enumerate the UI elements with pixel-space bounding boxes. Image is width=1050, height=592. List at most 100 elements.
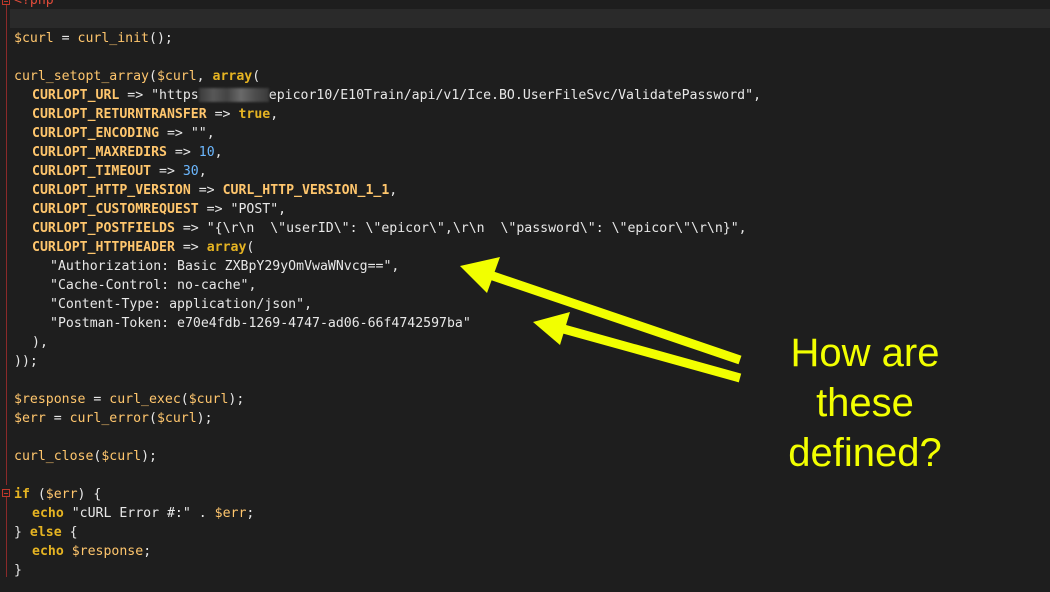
arrow-operator: =>: [166, 145, 199, 160]
code-line-header-postman-token: "Postman-Token: e70e4fdb-1269-4747-ad06-…: [50, 314, 471, 333]
variable: $curl: [156, 411, 197, 426]
operator: =: [45, 411, 70, 426]
code-line-end: }: [14, 561, 22, 580]
function-name: curl_setopt_array: [14, 69, 149, 84]
variable: $curl: [101, 449, 142, 464]
code-line-if: if ($err) {: [14, 485, 101, 504]
punctuation: ));: [14, 354, 38, 369]
code-line-curl-init: $curl = curl_init();: [14, 29, 173, 48]
code-line-err: $err = curl_error($curl);: [14, 409, 213, 428]
arrow-operator: =>: [159, 126, 191, 141]
code-line-opt-postfields: CURLOPT_POSTFIELDS => "{\r\n \"userID\":…: [32, 219, 747, 238]
boolean-literal: true: [238, 107, 271, 122]
string-literal: "cURL Error #:": [63, 506, 191, 521]
code-line-response: $response = curl_exec($curl);: [14, 390, 244, 409]
variable: $response: [71, 544, 144, 559]
function-name: curl_init: [77, 31, 149, 46]
keyword: echo: [32, 544, 64, 559]
punctuation: );: [141, 449, 157, 464]
current-line-highlight: [10, 9, 1050, 28]
option-constant: CURLOPT_POSTFIELDS: [32, 221, 175, 236]
option-constant: CURLOPT_CUSTOMREQUEST: [32, 202, 199, 217]
option-constant: CURLOPT_MAXREDIRS: [32, 145, 167, 160]
php-open-tag: <?php: [14, 0, 54, 8]
code-line-opt-url: CURLOPT_URL => "https epicor10/E10Train/a…: [32, 86, 761, 105]
punctuation: ,: [389, 183, 398, 198]
fold-toggle-if[interactable]: [2, 489, 10, 497]
variable: $curl: [14, 31, 54, 46]
option-constant: CURLOPT_RETURNTRANSFER: [32, 107, 207, 122]
string-literal: epicor10/E10Train/api/v1/Ice.BO.UserFile…: [268, 88, 754, 103]
code-line-close-outer: ));: [14, 352, 38, 371]
code-line-php-open: <?php: [14, 0, 54, 10]
punctuation: ,: [270, 107, 279, 122]
punctuation: ,: [278, 202, 287, 217]
string-literal: "{\r\n \"userID\": \"epicor\",\r\n \"pas…: [206, 221, 739, 236]
code-line-header-content-type: "Content-Type: application/json",: [50, 295, 312, 314]
variable: $err: [214, 506, 247, 521]
fold-gutter: [0, 0, 10, 592]
code-line-opt-httpheader: CURLOPT_HTTPHEADER => array(: [32, 238, 254, 257]
punctuation: );: [196, 411, 213, 426]
punctuation: (: [148, 69, 157, 84]
code-line-opt-customrequest: CURLOPT_CUSTOMREQUEST => "POST",: [32, 200, 286, 219]
punctuation: (: [246, 240, 255, 255]
punctuation: ();: [149, 31, 173, 46]
code-line-opt-maxredirs: CURLOPT_MAXREDIRS => 10,: [32, 143, 223, 162]
string-literal: "https: [151, 88, 199, 103]
code-line-close-inner: ),: [32, 333, 48, 352]
keyword: else: [29, 525, 62, 540]
punctuation: }: [14, 525, 30, 540]
string-literal: "Authorization: Basic ZXBpY29yOmVwaWNvcg…: [50, 259, 392, 274]
code-line-setopt-open: curl_setopt_array($curl, array(: [14, 67, 260, 86]
number-literal: 10: [198, 145, 215, 160]
string-literal: "Cache-Control: no-cache": [50, 278, 249, 293]
arrow-operator: =>: [206, 107, 239, 122]
code-line-header-authorization: "Authorization: Basic ZXBpY29yOmVwaWNvcg…: [50, 257, 399, 276]
punctuation: ,: [738, 221, 747, 236]
punctuation: ,: [248, 278, 257, 293]
punctuation: ,: [753, 88, 762, 103]
punctuation: ) {: [77, 487, 102, 502]
punctuation: (: [252, 69, 261, 84]
string-literal: "": [190, 126, 207, 141]
redacted-url-segment: [198, 88, 269, 102]
code-line-else: } else {: [14, 523, 78, 542]
arrow-operator: =>: [174, 221, 207, 236]
arrow-operator: =>: [151, 164, 183, 179]
option-constant: CURLOPT_URL: [32, 88, 120, 103]
arrow-operator: =>: [174, 240, 207, 255]
punctuation: ,: [206, 126, 215, 141]
punctuation: ,: [214, 145, 223, 160]
code-line-opt-returntransfer: CURLOPT_RETURNTRANSFER => true,: [32, 105, 278, 124]
punctuation: }: [14, 563, 22, 578]
code-line-opt-http-version: CURLOPT_HTTP_VERSION => CURL_HTTP_VERSIO…: [32, 181, 397, 200]
operator: .: [190, 506, 215, 521]
keyword: array: [206, 240, 247, 255]
arrow-operator: =>: [119, 88, 152, 103]
code-line-echo-error: echo "cURL Error #:" . $err;: [32, 504, 254, 523]
variable: $err: [45, 487, 78, 502]
code-line-echo-response: echo $response;: [32, 542, 151, 561]
arrow-operator: =>: [190, 183, 223, 198]
code-line-curl-close: curl_close($curl);: [14, 447, 157, 466]
variable: $response: [14, 392, 86, 407]
number-literal: 30: [182, 164, 199, 179]
variable: $curl: [188, 392, 229, 407]
punctuation: );: [228, 392, 245, 407]
code-line-opt-timeout: CURLOPT_TIMEOUT => 30,: [32, 162, 207, 181]
code-line-header-cache-control: "Cache-Control: no-cache",: [50, 276, 256, 295]
code-editor[interactable]: <?php $curl = curl_init(); curl_setopt_a…: [0, 0, 1050, 592]
option-constant: CURLOPT_HTTPHEADER: [32, 240, 175, 255]
punctuation: (: [149, 411, 157, 426]
option-constant: CURLOPT_ENCODING: [32, 126, 160, 141]
string-literal: "Postman-Token: e70e4fdb-1269-4747-ad06-…: [50, 316, 471, 331]
function-name: curl_exec: [109, 392, 181, 407]
punctuation: (: [29, 487, 46, 502]
punctuation: (: [180, 392, 189, 407]
punctuation: {: [61, 525, 78, 540]
code-line-opt-encoding: CURLOPT_ENCODING => "",: [32, 124, 215, 143]
punctuation: ,: [391, 259, 400, 274]
variable: $curl: [156, 69, 197, 84]
option-constant: CURLOPT_HTTP_VERSION: [32, 183, 191, 198]
